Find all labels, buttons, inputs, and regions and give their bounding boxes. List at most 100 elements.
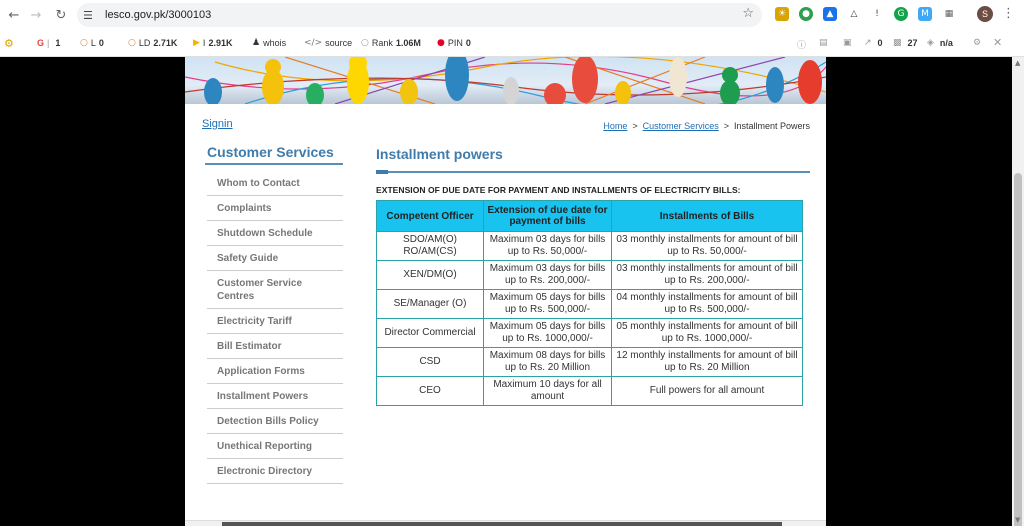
forward-arrow-icon[interactable]: → xyxy=(25,4,47,26)
list-icon: ▩ xyxy=(893,38,902,48)
scroll-down-arrow-icon[interactable]: ▼ xyxy=(1015,516,1020,524)
scroll-up-arrow-icon[interactable]: ▲ xyxy=(1015,59,1020,67)
seo-whois[interactable]: ♟ whois xyxy=(252,38,286,48)
person-icon: ♟ xyxy=(252,38,261,48)
extension-blue-icon[interactable]: ▲ xyxy=(823,7,837,21)
table-row: CSD Maximum 08 days for bills up to Rs. … xyxy=(376,347,803,377)
breadcrumb-home-link[interactable]: Home xyxy=(603,121,627,131)
seo-external-links[interactable]: ↗ 0 xyxy=(864,38,883,48)
page-content: Signin Home > Customer Services > Instal… xyxy=(185,57,826,520)
table-row: SDO/AM(O) RO/AM(CS) Maximum 03 days for … xyxy=(376,231,803,261)
pinterest-icon: ● xyxy=(437,38,445,48)
url-text[interactable]: lesco.gov.pk/3000103 xyxy=(105,9,211,21)
table-header-cell: Extension of due date for payment of bil… xyxy=(483,200,612,232)
seo-pin[interactable]: ● PIN 0 xyxy=(437,38,471,48)
horizontal-scrollbar-thumb[interactable] xyxy=(222,522,782,526)
page-right-background xyxy=(826,57,1012,526)
table-cell: Maximum 03 days for bills up to Rs. 50,0… xyxy=(483,231,612,261)
sidebar-menu: Whom to Contact Complaints Shutdown Sche… xyxy=(207,171,343,484)
title-divider-accent xyxy=(376,170,388,174)
extension-green-circle-icon[interactable]: ● xyxy=(799,7,813,21)
sidebar-title-divider xyxy=(205,163,343,165)
page-title: Installment powers xyxy=(376,146,503,162)
seo-doc-icon[interactable]: ▣ xyxy=(843,38,855,48)
table-cell: Full powers for all amount xyxy=(611,376,803,406)
seo-close-icon[interactable]: ✕ xyxy=(993,36,1005,49)
profile-avatar[interactable]: S xyxy=(977,6,993,22)
extension-sun-icon[interactable]: ☀ xyxy=(775,7,789,21)
table-cell: Maximum 05 days for bills up to Rs. 1000… xyxy=(483,318,612,348)
breadcrumb-separator: > xyxy=(632,121,638,131)
signin-link[interactable]: Signin xyxy=(202,118,233,130)
breadcrumb-customer-services-link[interactable]: Customer Services xyxy=(643,121,719,131)
breadcrumb-current: Installment Powers xyxy=(733,121,810,131)
link-icon: ↗ xyxy=(864,38,872,48)
bookmark-star-icon[interactable]: ☆ xyxy=(742,6,754,21)
header-banner-image xyxy=(185,57,826,104)
sidebar-item-installment-powers[interactable]: Installment Powers xyxy=(207,384,343,409)
sidebar-item-shutdown-schedule[interactable]: Shutdown Schedule xyxy=(207,221,343,246)
seo-rank[interactable]: ○ Rank 1.06M xyxy=(361,38,421,48)
sidebar-item-bill-estimator[interactable]: Bill Estimator xyxy=(207,334,343,359)
table-cell: Maximum 10 days for all amount xyxy=(483,376,612,406)
scrollbar-thumb[interactable] xyxy=(1014,173,1022,526)
vertical-scrollbar[interactable]: ▲ ▼ xyxy=(1012,57,1024,526)
sidebar-title: Customer Services xyxy=(207,144,334,160)
browser-menu-icon[interactable]: ⋮ xyxy=(1002,6,1015,21)
breadcrumb-separator: > xyxy=(723,121,729,131)
table-row: CEO Maximum 10 days for all amount Full … xyxy=(376,376,803,406)
table-cell: 05 monthly installments for amount of bi… xyxy=(611,318,803,348)
network-figures-illustration xyxy=(185,57,826,104)
circle-icon: ○ xyxy=(128,38,136,48)
seo-i[interactable]: ▶ I 2.91K xyxy=(193,38,232,48)
site-info-icon[interactable]: ☰ xyxy=(83,9,103,22)
seo-page-icon[interactable]: ▤ xyxy=(819,38,831,48)
sidebar-item-unethical-reporting[interactable]: Unethical Reporting xyxy=(207,434,343,459)
seoquake-logo-icon[interactable]: ⚙ xyxy=(4,37,14,50)
table-cell: Maximum 05 days for bills up to Rs. 500,… xyxy=(483,289,612,319)
sidebar-item-whom-to-contact[interactable]: Whom to Contact xyxy=(207,171,343,196)
table-cell: Director Commercial xyxy=(376,318,484,348)
extensions-puzzle-icon[interactable]: ▦ xyxy=(942,7,956,21)
google-icon: G xyxy=(37,38,45,48)
seo-toolbar: ⚙ G | 1 ○ L 0 ○ LD 2.71K ▶ I 2.91K ♟ who… xyxy=(0,30,1024,57)
table-cell: XEN/DM(O) xyxy=(376,260,484,290)
circle-icon: ○ xyxy=(80,38,88,48)
seo-l-links[interactable]: ○ L 0 xyxy=(80,38,104,48)
sidebar-item-customer-service-centres[interactable]: Customer Service Centres xyxy=(207,271,343,309)
sidebar-item-detection-bills-policy[interactable]: Detection Bills Policy xyxy=(207,409,343,434)
seo-ld[interactable]: ○ LD 2.71K xyxy=(128,38,177,48)
seo-settings-icon[interactable]: ⚙ xyxy=(973,38,984,48)
reload-icon[interactable]: ↻ xyxy=(50,4,72,26)
table-cell: CEO xyxy=(376,376,484,406)
table-header-row: Competent Officer Extension of due date … xyxy=(376,200,803,232)
extension-m-icon[interactable]: M xyxy=(918,7,932,21)
breadcrumb: Home > Customer Services > Installment P… xyxy=(603,121,810,131)
section-subheading: EXTENSION OF DUE DATE FOR PAYMENT AND IN… xyxy=(376,185,741,195)
browser-toolbar: ← → ↻ ☰ lesco.gov.pk/3000103 ☆ ☀ ● ▲ △ !… xyxy=(0,0,1024,30)
table-cell: CSD xyxy=(376,347,484,377)
seo-na[interactable]: ◈ n/a xyxy=(927,38,953,48)
seo-google-index[interactable]: G | 1 xyxy=(37,38,60,48)
extension-exclamation-icon[interactable]: ! xyxy=(870,7,884,21)
eye-icon: ◈ xyxy=(927,38,934,48)
sidebar-item-electricity-tariff[interactable]: Electricity Tariff xyxy=(207,309,343,334)
table-cell: 04 monthly installments for amount of bi… xyxy=(611,289,803,319)
extension-triangle-icon[interactable]: △ xyxy=(847,7,861,21)
sidebar-item-electronic-directory[interactable]: Electronic Directory xyxy=(207,459,343,484)
sidebar-item-complaints[interactable]: Complaints xyxy=(207,196,343,221)
sidebar-item-safety-guide[interactable]: Safety Guide xyxy=(207,246,343,271)
bing-icon: ▶ xyxy=(193,38,200,48)
seo-internal-links[interactable]: ▩ 27 xyxy=(893,38,918,48)
seo-info-icon[interactable]: ⓘ xyxy=(797,38,809,51)
table-row: SE/Manager (O) Maximum 05 days for bills… xyxy=(376,289,803,319)
seo-source[interactable]: </> source xyxy=(304,38,352,48)
table-header-cell: Competent Officer xyxy=(376,200,484,232)
address-bar[interactable]: ☰ lesco.gov.pk/3000103 ☆ xyxy=(77,3,762,27)
table-cell: SE/Manager (O) xyxy=(376,289,484,319)
table-cell: Maximum 08 days for bills up to Rs. 20 M… xyxy=(483,347,612,377)
sidebar-item-application-forms[interactable]: Application Forms xyxy=(207,359,343,384)
extension-grammarly-icon[interactable]: G xyxy=(894,7,908,21)
rank-icon: ○ xyxy=(361,38,369,48)
back-arrow-icon[interactable]: ← xyxy=(3,4,25,26)
